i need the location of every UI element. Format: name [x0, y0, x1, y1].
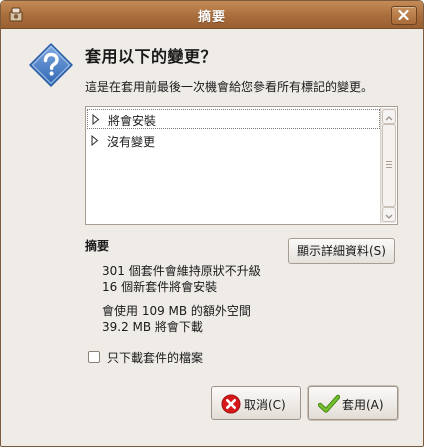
- changes-tree[interactable]: 將會安裝 沒有變更: [85, 106, 398, 225]
- tree-row-label: 沒有變更: [107, 135, 156, 149]
- download-only-label[interactable]: 只下載套件的檔案: [107, 349, 203, 366]
- title-bar[interactable]: 摘要: [1, 1, 423, 29]
- tree-row-unchanged[interactable]: 沒有變更: [87, 131, 380, 151]
- apply-button[interactable]: 套用(A): [308, 386, 398, 420]
- summary-heading: 摘要: [85, 239, 110, 253]
- apply-label: 套用(A): [342, 398, 384, 412]
- checkmark-icon: [318, 394, 340, 413]
- summary-line: 301 個套件會維持原狀不升級: [102, 264, 261, 278]
- expander-right-icon[interactable]: [92, 114, 100, 125]
- summary-line: 16 個新套件將會安裝: [102, 280, 218, 294]
- dialog-headline: 套用以下的變更？: [85, 47, 218, 66]
- close-icon: [398, 10, 409, 20]
- download-only-checkbox[interactable]: [88, 351, 100, 363]
- cancel-icon: [221, 394, 241, 414]
- summary-line: 會使用 109 MB 的額外空間: [102, 304, 251, 318]
- close-button[interactable]: [391, 6, 417, 25]
- vertical-scrollbar[interactable]: [380, 108, 396, 223]
- grip-line: [386, 161, 392, 162]
- show-details-button[interactable]: 顯示詳細資料(S): [288, 238, 395, 264]
- window-title: 摘要: [197, 10, 226, 25]
- chevron-down-icon: [385, 214, 393, 219]
- scroll-thumb[interactable]: [382, 124, 396, 207]
- dialog-description: 這是在套用前最後一次機會給您參看所有標記的變更。: [85, 80, 374, 94]
- tree-row-install[interactable]: 將會安裝: [87, 109, 380, 129]
- cancel-button[interactable]: 取消(C): [211, 386, 301, 420]
- tree-row-label: 將會安裝: [108, 114, 157, 128]
- summary-dialog: 摘要 套用以下的變更？ 這是在套用前最後一次機會給您參看所有標記的變更。 將會安…: [0, 0, 424, 447]
- scroll-down-button[interactable]: [382, 207, 396, 222]
- scroll-up-button[interactable]: [382, 109, 396, 124]
- cancel-label: 取消(C): [244, 398, 286, 412]
- question-diamond-icon: [28, 42, 74, 88]
- grip-line: [386, 164, 392, 165]
- grip-line: [386, 167, 392, 168]
- expander-right-icon[interactable]: [91, 135, 99, 146]
- summary-line: 39.2 MB 將會下載: [102, 320, 203, 334]
